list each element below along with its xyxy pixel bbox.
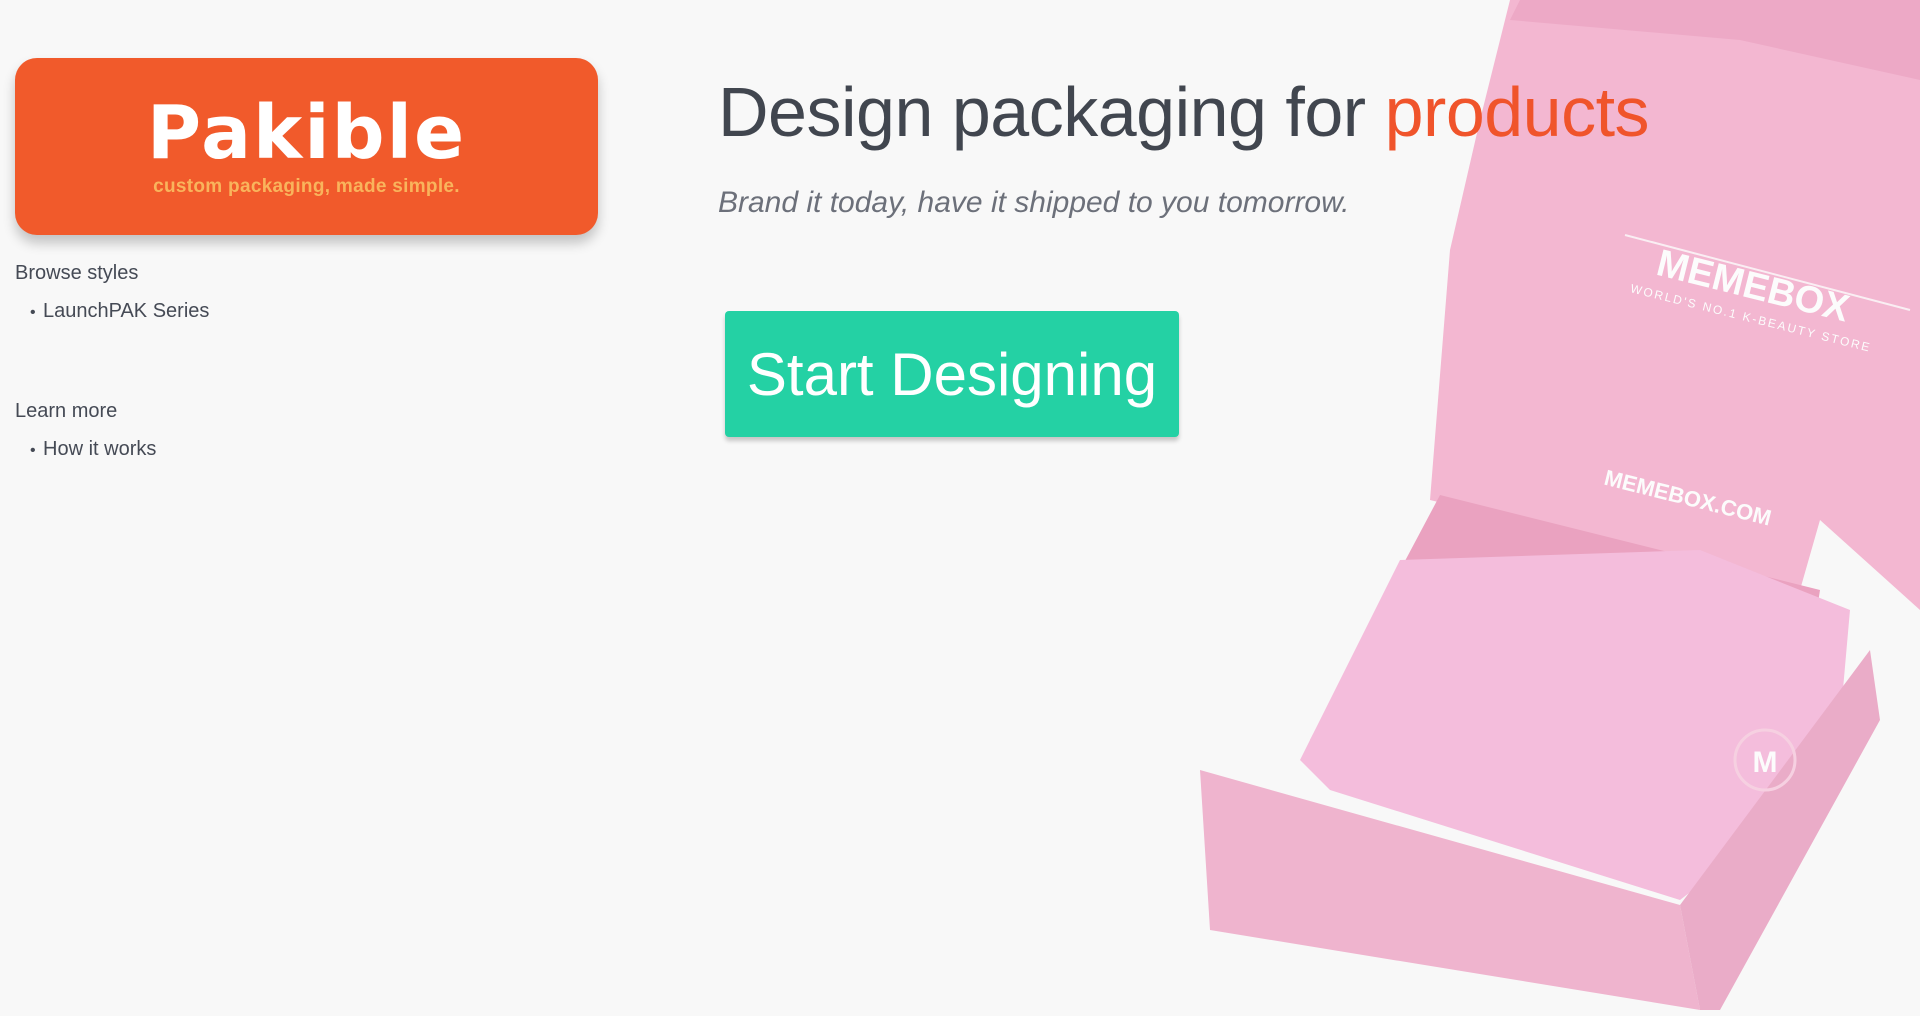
hero-title: Design packaging for products	[718, 72, 1650, 152]
learn-more-list: • How it works	[15, 436, 415, 464]
bullet-icon: •	[30, 304, 36, 321]
nav-link-launchpak-series[interactable]: • LaunchPAK Series	[15, 298, 415, 326]
start-designing-button[interactable]: Start Designing	[725, 311, 1179, 437]
nav-link-how-it-works[interactable]: • How it works	[15, 436, 415, 464]
brand-logo[interactable]: Pakible custom packaging, made simple.	[15, 58, 598, 235]
learn-more-section: Learn more • How it works	[15, 398, 415, 464]
learn-more-heading: Learn more	[15, 400, 118, 422]
brand-tagline: custom packaging, made simple.	[153, 176, 460, 197]
hero-title-accent: products	[1384, 73, 1650, 151]
nav-link-label: LaunchPAK Series	[43, 300, 210, 322]
browse-styles-list: • LaunchPAK Series	[15, 298, 415, 326]
hero-title-prefix: Design packaging for	[718, 73, 1385, 151]
landing-page: MEMEBOX WORLD'S NO.1 K-BEAUTY STORE MEME…	[0, 0, 1920, 1016]
brand-name: Pakible	[146, 90, 467, 176]
hero-subtitle: Brand it today, have it shipped to you t…	[718, 186, 1350, 219]
browse-styles-section: Browse styles • LaunchPAK Series	[15, 260, 415, 326]
browse-styles-heading: Browse styles	[15, 262, 139, 284]
bullet-icon: •	[30, 442, 36, 459]
nav-link-label: How it works	[43, 438, 157, 460]
seal-letter: M	[1753, 746, 1778, 779]
